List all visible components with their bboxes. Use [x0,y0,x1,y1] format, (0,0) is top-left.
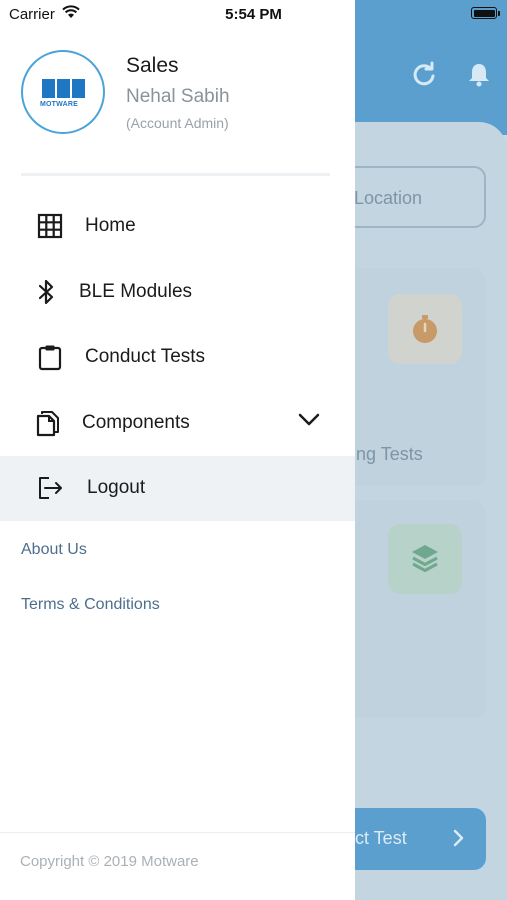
refresh-icon[interactable] [410,60,438,88]
profile-name: Nehal Sabih [126,86,230,107]
menu-item-conduct-tests[interactable]: Conduct Tests [0,325,355,389]
document-icon [36,411,59,437]
menu-item-label: Logout [87,477,146,498]
chevron-down-icon[interactable] [298,413,320,427]
footer-divider [0,832,355,833]
grid-icon [37,213,63,239]
terms-conditions-link[interactable]: Terms & Conditions [21,596,160,614]
menu-item-logout[interactable]: Logout [0,456,355,521]
clipboard-icon [38,345,62,371]
logout-icon [39,477,62,499]
profile-role: Sales [126,54,179,77]
logo-text: MOTWARE [40,101,78,108]
menu-item-components[interactable]: Components [0,391,355,455]
layers-tile [388,524,462,594]
conduct-test-label: ct Test [355,828,407,848]
company-logo: MOTWARE [21,50,105,134]
about-us-link[interactable]: About Us [21,541,87,559]
card-label: ing Tests [352,444,423,464]
menu-item-label: Home [85,215,136,236]
menu-item-label: Components [82,412,190,433]
chevron-right-icon [453,829,464,847]
battery-icon [471,7,497,19]
bell-icon[interactable] [465,60,493,88]
menu-item-label: BLE Modules [79,281,193,302]
copyright-text: Copyright © 2019 Motware [20,853,199,870]
navigation-drawer: MOTWARE Sales Nehal Sabih (Account Admin… [0,0,355,900]
profile-divider [21,173,330,176]
bluetooth-icon [38,279,54,305]
menu-item-ble-modules[interactable]: BLE Modules [0,260,355,324]
profile-account-type: (Account Admin) [126,115,229,131]
clock: 5:54 PM [225,6,282,23]
stopwatch-icon [413,315,437,343]
status-bar: Carrier 5:54 PM [0,0,507,28]
menu-item-home[interactable]: Home [0,194,355,258]
location-label: Location [354,188,423,208]
menu-item-label: Conduct Tests [85,346,206,367]
timer-tile [388,294,462,364]
battery-tip [498,11,500,16]
layers-icon [412,545,438,572]
